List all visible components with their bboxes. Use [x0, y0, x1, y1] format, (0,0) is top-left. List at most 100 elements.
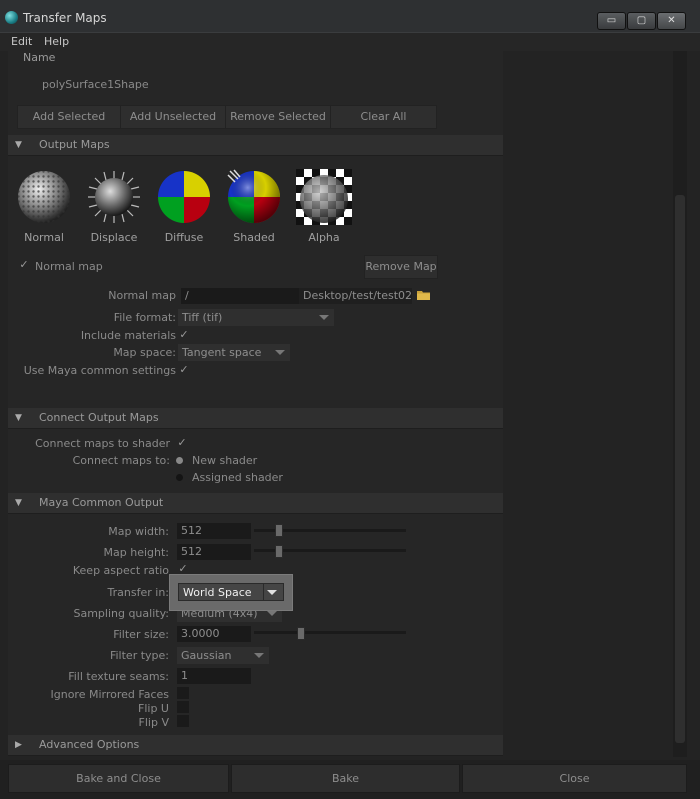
ignore-mirrored-faces-label: Ignore Mirrored Faces	[50, 688, 170, 701]
new-shader-label: New shader	[192, 454, 258, 467]
use-common-settings-label: Use Maya common settings	[23, 364, 176, 377]
transfer-in-value: World Space	[183, 586, 252, 599]
keep-aspect-label: Keep aspect ratio	[72, 564, 169, 577]
filter-type-label: Filter type:	[109, 649, 169, 662]
bake-and-close-button[interactable]: Bake and Close	[8, 764, 229, 793]
map-type-label: Shaded	[233, 231, 275, 244]
connect-maps-to-label: Connect maps to:	[72, 454, 170, 467]
expanded-triangle-icon: ▼	[15, 498, 22, 508]
section-title: Connect Output Maps	[39, 411, 159, 424]
diffuse-map-icon[interactable]	[156, 169, 212, 225]
alpha-map-icon[interactable]	[296, 169, 352, 225]
normal-map-icon[interactable]	[16, 169, 72, 225]
bake-button[interactable]: Bake	[231, 764, 460, 793]
map-space-value: Tangent space	[182, 346, 262, 359]
expanded-triangle-icon: ▼	[15, 413, 22, 423]
keep-aspect-checkbox[interactable]: ✓	[177, 563, 189, 575]
filter-type-dropdown[interactable]: Gaussian	[177, 647, 269, 664]
map-height-slider-handle[interactable]	[275, 545, 284, 558]
target-mesh-item[interactable]: polySurface1Shape	[42, 78, 149, 91]
filter-size-slider[interactable]	[254, 631, 406, 634]
map-type-label: Alpha	[308, 231, 340, 244]
normal-map-path-label: Normal map	[108, 289, 176, 302]
normal-map-path-field-end[interactable]: Desktop/test/test02.tif	[299, 288, 412, 304]
dropdown-separator	[263, 584, 264, 600]
map-height-label: Map height:	[103, 546, 169, 559]
map-type-label: Displace	[90, 231, 138, 244]
section-connect-output-maps[interactable]: ▼ Connect Output Maps	[8, 408, 503, 429]
remove-selected-button[interactable]: Remove Selected	[225, 105, 331, 129]
map-space-label: Map space:	[113, 346, 176, 359]
window-title: Transfer Maps	[23, 11, 107, 25]
scrollbar-thumb[interactable]	[675, 195, 685, 743]
browse-folder-icon[interactable]	[417, 289, 431, 301]
chevron-down-icon	[267, 590, 277, 595]
connect-maps-to-shader-label: Connect maps to shader	[35, 437, 170, 450]
add-unselected-button[interactable]: Add Unselected	[120, 105, 226, 129]
map-width-label: Map width:	[108, 525, 169, 538]
filter-size-label: Filter size:	[113, 628, 169, 641]
displace-map-icon[interactable]	[86, 169, 142, 225]
menu-edit[interactable]: Edit	[11, 35, 32, 48]
ignore-mirrored-faces-checkbox[interactable]	[177, 687, 189, 699]
include-materials-label: Include materials	[80, 329, 176, 342]
chevron-down-icon	[319, 315, 329, 320]
map-space-dropdown[interactable]: Tangent space	[178, 344, 290, 361]
file-format-value: Tiff (tif)	[182, 311, 223, 324]
sampling-quality-label: Sampling quality:	[73, 607, 169, 620]
name-column-header: Name	[23, 51, 56, 64]
shaded-map-icon[interactable]	[226, 169, 282, 225]
maya-app-icon	[5, 11, 18, 24]
menu-help[interactable]: Help	[44, 35, 69, 48]
filter-size-field[interactable]: 3.0000	[177, 626, 251, 642]
maximize-button[interactable]: ▢	[627, 12, 656, 30]
map-type-label: Diffuse	[164, 231, 204, 244]
transfer-in-label: Transfer in:	[107, 586, 169, 599]
include-materials-checkbox[interactable]: ✓	[178, 329, 190, 341]
map-type-label: Normal	[24, 231, 64, 244]
normal-map-enable-checkbox[interactable]: ✓	[18, 259, 30, 271]
section-title: Advanced Options	[39, 738, 140, 751]
collapsed-triangle-icon: ▶	[15, 740, 22, 750]
expanded-triangle-icon: ▼	[15, 140, 22, 150]
radio-new-shader[interactable]	[176, 457, 183, 464]
section-advanced-options[interactable]: ▶ Advanced Options	[8, 735, 503, 756]
filter-size-slider-handle[interactable]	[296, 627, 305, 640]
filter-type-value: Gaussian	[181, 649, 232, 662]
title-bar: Transfer Maps ▭ ▢ ✕	[0, 0, 700, 33]
fill-texture-seams-field[interactable]: 1	[177, 668, 251, 684]
flip-u-checkbox[interactable]	[177, 701, 189, 713]
radio-assigned-shader[interactable]	[176, 474, 183, 481]
chevron-down-icon	[267, 611, 277, 616]
section-output-maps[interactable]: ▼ Output Maps	[8, 135, 503, 156]
file-format-label: File format:	[113, 311, 176, 324]
flip-v-label: Flip V	[138, 716, 169, 729]
use-common-settings-checkbox[interactable]: ✓	[178, 364, 190, 376]
connect-maps-to-shader-checkbox[interactable]: ✓	[176, 437, 188, 449]
fill-texture-seams-label: Fill texture seams:	[68, 670, 169, 683]
flip-u-label: Flip U	[138, 702, 169, 715]
normal-map-path-field[interactable]: /	[181, 288, 299, 304]
content-panel: Name polySurface1Shape Add Selected Add …	[8, 51, 503, 756]
chevron-down-icon	[254, 653, 264, 658]
map-width-field[interactable]: 512	[177, 523, 251, 539]
menu-bar: Edit Help	[0, 33, 700, 51]
section-title: Maya Common Output	[39, 496, 164, 509]
assigned-shader-label: Assigned shader	[192, 471, 283, 484]
remove-map-button[interactable]: Remove Map	[364, 255, 438, 279]
transfer-maps-window: Transfer Maps ▭ ▢ ✕ Edit Help Name polyS…	[0, 0, 700, 799]
normal-map-enable-label: Normal map	[35, 260, 103, 273]
close-window-button[interactable]: ✕	[657, 12, 686, 30]
close-button[interactable]: Close	[462, 764, 687, 793]
map-width-slider-handle[interactable]	[275, 524, 284, 537]
section-title: Output Maps	[39, 138, 110, 151]
chevron-down-icon	[275, 350, 285, 355]
transfer-in-dropdown[interactable]: World Space	[178, 583, 284, 601]
minimize-button[interactable]: ▭	[597, 12, 626, 30]
add-selected-button[interactable]: Add Selected	[17, 105, 121, 129]
section-maya-common-output[interactable]: ▼ Maya Common Output	[8, 493, 503, 514]
flip-v-checkbox[interactable]	[177, 715, 189, 727]
clear-all-button[interactable]: Clear All	[330, 105, 437, 129]
file-format-dropdown[interactable]: Tiff (tif)	[178, 309, 334, 326]
map-height-field[interactable]: 512	[177, 544, 251, 560]
